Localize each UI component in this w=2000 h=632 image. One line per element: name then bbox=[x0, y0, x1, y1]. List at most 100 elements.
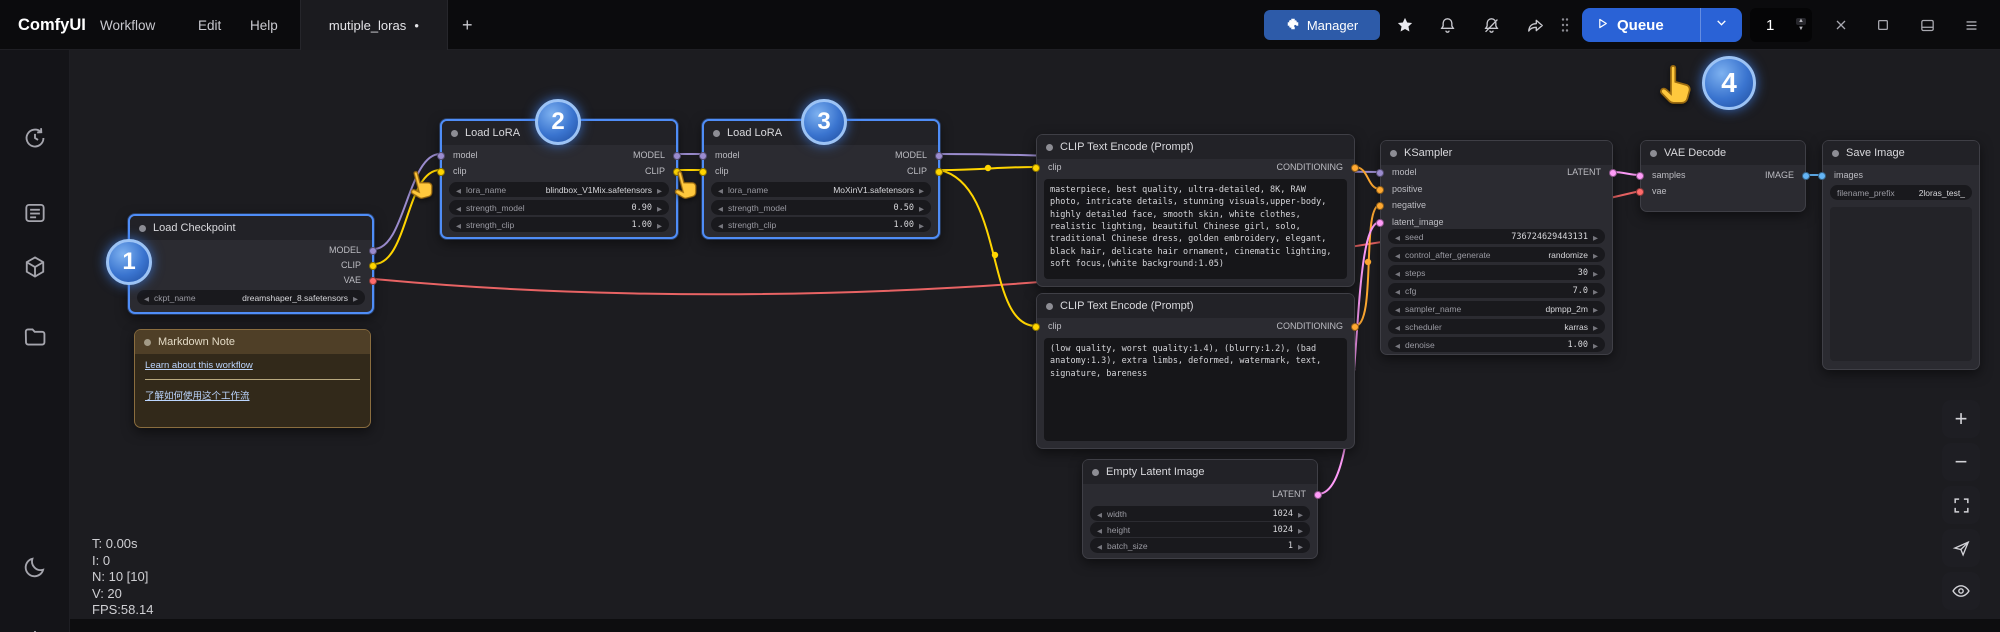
node-load-checkpoint[interactable]: Load Checkpoint MODEL CLIP VAE ckpt_name… bbox=[128, 214, 377, 314]
batch-size-widget[interactable]: batch_size 1 bbox=[1090, 538, 1310, 553]
lora-name-widget[interactable]: lora_name MoXinV1.safetensors bbox=[711, 182, 931, 197]
negative-input-port[interactable] bbox=[1376, 202, 1384, 210]
model-output-port[interactable] bbox=[935, 152, 943, 160]
filename-prefix-widget[interactable]: filename_prefix 2loras_test_ bbox=[1830, 185, 1972, 200]
collapse-dot[interactable] bbox=[144, 338, 151, 346]
decrement-icon[interactable] bbox=[1395, 340, 1400, 350]
conditioning-output-port[interactable] bbox=[1351, 164, 1359, 172]
workflow-help-link-zh[interactable]: 了解如何使用这个工作流 bbox=[145, 388, 360, 402]
bell-icon[interactable] bbox=[1430, 0, 1464, 50]
node-ksampler[interactable]: KSampler model LATENT positive negative … bbox=[1376, 140, 1617, 355]
node-title-bar[interactable]: Load Checkpoint bbox=[130, 216, 372, 240]
decrement-icon[interactable] bbox=[1097, 525, 1102, 535]
decrement-icon[interactable] bbox=[456, 220, 461, 230]
queue-options-dropdown[interactable] bbox=[1700, 8, 1742, 42]
node-title-bar[interactable]: CLIP Text Encode (Prompt) bbox=[1037, 294, 1354, 318]
next-value-icon[interactable] bbox=[657, 185, 662, 195]
collapse-dot[interactable] bbox=[1650, 149, 1657, 157]
next-value-icon[interactable] bbox=[1593, 250, 1598, 260]
collapse-dot[interactable] bbox=[1832, 149, 1839, 157]
menu-help[interactable]: Help bbox=[250, 0, 278, 50]
ckpt-name-widget[interactable]: ckpt_name dreamshaper_8.safetensors bbox=[137, 290, 365, 305]
bottom-scrollbar-track[interactable] bbox=[0, 619, 2000, 632]
node-empty-latent-image[interactable]: Empty Latent Image LATENT width 1024 hei… bbox=[1082, 459, 1322, 559]
increment-icon[interactable] bbox=[1593, 286, 1598, 296]
prev-value-icon[interactable] bbox=[1395, 304, 1400, 314]
sampler-name-widget[interactable]: sampler_name dpmpp_2m bbox=[1388, 301, 1605, 316]
batch-count-stepper[interactable]: 1 bbox=[1750, 8, 1812, 42]
conditioning-output-port[interactable] bbox=[1351, 323, 1359, 331]
decrement-icon[interactable] bbox=[1395, 286, 1400, 296]
share-icon[interactable] bbox=[1518, 0, 1552, 50]
collapse-dot[interactable] bbox=[1046, 302, 1053, 310]
decrement-icon[interactable] bbox=[718, 220, 723, 230]
vae-output-port[interactable] bbox=[369, 277, 377, 285]
increment-icon[interactable] bbox=[1298, 525, 1303, 535]
increment-icon[interactable] bbox=[657, 220, 662, 230]
clip-input-port[interactable] bbox=[1032, 323, 1040, 331]
clip-output-port[interactable] bbox=[369, 262, 377, 270]
increment-icon[interactable] bbox=[919, 220, 924, 230]
next-value-icon[interactable] bbox=[353, 293, 358, 303]
increment-icon[interactable] bbox=[1298, 509, 1303, 519]
images-input-port[interactable] bbox=[1818, 172, 1826, 180]
prompt-textarea[interactable]: masterpiece, best quality, ultra-detaile… bbox=[1044, 179, 1347, 279]
decrement-count-icon[interactable] bbox=[1796, 26, 1806, 33]
star-icon[interactable] bbox=[1388, 0, 1422, 50]
next-value-icon[interactable] bbox=[919, 185, 924, 195]
increment-icon[interactable] bbox=[1593, 232, 1598, 242]
next-value-icon[interactable] bbox=[1593, 304, 1598, 314]
width-widget[interactable]: width 1024 bbox=[1090, 506, 1310, 521]
node-title-bar[interactable]: KSampler bbox=[1381, 141, 1612, 165]
node-save-image[interactable]: Save Image images filename_prefix 2loras… bbox=[1818, 140, 1980, 370]
workflow-help-link-en[interactable]: Learn about this workflow bbox=[145, 360, 360, 371]
model-output-port[interactable] bbox=[369, 247, 377, 255]
decrement-icon[interactable] bbox=[1395, 232, 1400, 242]
queue-button[interactable]: Queue bbox=[1582, 8, 1742, 42]
next-value-icon[interactable] bbox=[1593, 322, 1598, 332]
zoom-out-icon[interactable]: − bbox=[1942, 443, 1980, 481]
increment-icon[interactable] bbox=[1298, 541, 1303, 551]
manager-button[interactable]: Manager bbox=[1264, 10, 1380, 40]
menu-edit[interactable]: Edit bbox=[198, 0, 221, 50]
collapse-dot[interactable] bbox=[451, 129, 458, 137]
steps-widget[interactable]: steps 30 bbox=[1388, 265, 1605, 280]
bottom-panel-icon[interactable] bbox=[1910, 0, 1944, 50]
prev-value-icon[interactable] bbox=[718, 185, 723, 195]
node-title-bar[interactable]: Markdown Note bbox=[135, 330, 370, 354]
collapse-dot[interactable] bbox=[139, 224, 146, 232]
prev-value-icon[interactable] bbox=[456, 185, 461, 195]
increment-icon[interactable] bbox=[919, 203, 924, 213]
latent-output-port[interactable] bbox=[1609, 169, 1617, 177]
fit-view-icon[interactable] bbox=[1942, 486, 1980, 524]
lora-name-widget[interactable]: lora_name blindbox_V1Mix.safetensors bbox=[449, 182, 669, 197]
eye-icon[interactable] bbox=[1942, 572, 1980, 610]
menu-icon[interactable] bbox=[1954, 0, 1988, 50]
collapse-dot[interactable] bbox=[1390, 149, 1397, 157]
increment-icon[interactable] bbox=[1593, 268, 1598, 278]
denoise-widget[interactable]: denoise 1.00 bbox=[1388, 337, 1605, 352]
workflow-tab[interactable]: mutiple_loras ● bbox=[300, 0, 448, 50]
cfg-widget[interactable]: cfg 7.0 bbox=[1388, 283, 1605, 298]
node-title-bar[interactable]: CLIP Text Encode (Prompt) bbox=[1037, 135, 1354, 159]
queue-list-icon[interactable] bbox=[15, 193, 55, 233]
node-title-bar[interactable]: VAE Decode bbox=[1641, 141, 1805, 165]
prev-value-icon[interactable] bbox=[1395, 322, 1400, 332]
strength-model-widget[interactable]: strength_model 0.50 bbox=[711, 200, 931, 215]
collapse-dot[interactable] bbox=[1046, 143, 1053, 151]
model-library-icon[interactable] bbox=[15, 247, 55, 287]
batch-count-arrows[interactable] bbox=[1796, 17, 1806, 33]
gear-icon[interactable] bbox=[15, 621, 55, 632]
latent-output-port[interactable] bbox=[1314, 491, 1322, 499]
increment-count-icon[interactable] bbox=[1796, 17, 1806, 25]
prompt-textarea[interactable]: (low quality, worst quality:1.4), (blurr… bbox=[1044, 338, 1347, 441]
moon-icon[interactable] bbox=[15, 547, 55, 587]
samples-input-port[interactable] bbox=[1636, 172, 1644, 180]
positive-input-port[interactable] bbox=[1376, 186, 1384, 194]
menu-workflow[interactable]: Workflow bbox=[100, 0, 155, 50]
model-input-port[interactable] bbox=[437, 152, 445, 160]
model-input-port[interactable] bbox=[1376, 169, 1384, 177]
clip-input-port[interactable] bbox=[1032, 164, 1040, 172]
prev-value-icon[interactable] bbox=[144, 293, 149, 303]
clip-input-port[interactable] bbox=[437, 168, 445, 176]
